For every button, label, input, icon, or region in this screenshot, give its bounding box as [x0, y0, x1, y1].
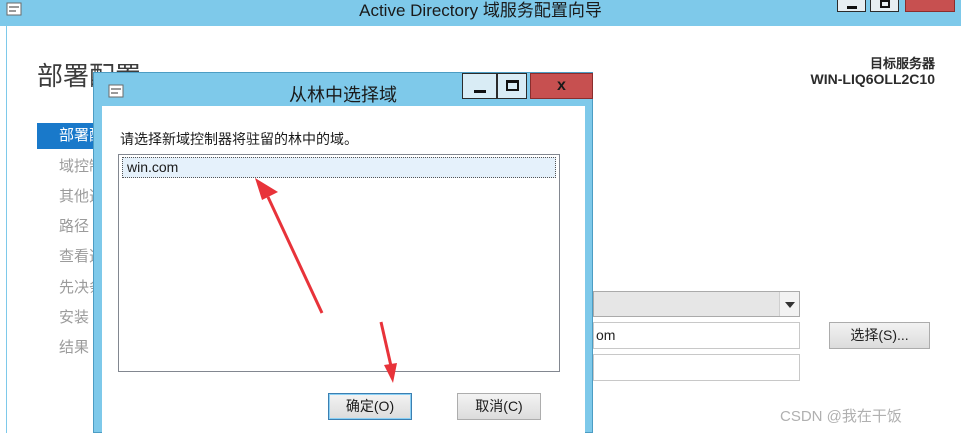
chevron-down-icon[interactable]: [779, 292, 799, 316]
nav-item-deployment-config[interactable]: 部署配置: [37, 123, 97, 149]
dialog-instruction: 请选择新域控制器将驻留的林中的域。: [120, 131, 358, 147]
nav-item-dc-options[interactable]: 域控制器选项: [37, 154, 97, 180]
nav-item-paths[interactable]: 路径: [37, 214, 97, 240]
main-maximize-button[interactable]: [870, 0, 899, 12]
main-minimize-button[interactable]: [837, 0, 866, 12]
select-domain-dialog: 从林中选择域 x 请选择新域控制器将驻留的林中的域。 win.com 确定(O)…: [93, 72, 593, 433]
dialog-body: 请选择新域控制器将驻留的林中的域。 win.com 确定(O) 取消(C): [102, 106, 585, 433]
main-window-title: Active Directory 域服务配置向导: [359, 1, 602, 20]
maximize-icon: [880, 0, 890, 8]
target-server-name: WIN-LIQ6OLL2C10: [810, 71, 935, 87]
main-close-button[interactable]: [905, 0, 955, 12]
main-window-titlebar[interactable]: Active Directory 域服务配置向导: [0, 0, 961, 26]
nav-item-installation[interactable]: 安装: [37, 305, 97, 331]
dialog-maximize-button[interactable]: [497, 73, 527, 99]
watermark: CSDN @我在干饭: [780, 408, 902, 425]
nav-item-prerequisites[interactable]: 先决条件检查: [37, 275, 97, 301]
minimize-icon: [847, 0, 857, 9]
dialog-close-button[interactable]: x: [530, 73, 593, 99]
ok-button[interactable]: 确定(O): [328, 393, 412, 420]
domain-name-field[interactable]: om: [593, 322, 800, 349]
secondary-input-field[interactable]: [593, 354, 800, 381]
dialog-minimize-button[interactable]: [462, 73, 497, 99]
cancel-button[interactable]: 取消(C): [457, 393, 541, 420]
select-domain-button[interactable]: 选择(S)...: [829, 322, 930, 349]
nav-item-additional-options[interactable]: 其他选项: [37, 184, 97, 210]
nav-item-results[interactable]: 结果: [37, 335, 97, 361]
domain-list-item[interactable]: win.com: [122, 157, 556, 178]
domain-list[interactable]: win.com: [118, 154, 560, 372]
dialog-titlebar[interactable]: 从林中选择域 x: [94, 73, 593, 105]
maximize-icon: [506, 80, 519, 91]
minimize-icon: [474, 90, 486, 93]
operation-dropdown[interactable]: [593, 291, 800, 317]
target-server-label: 目标服务器: [869, 56, 935, 71]
nav-item-review-options[interactable]: 查看选项: [37, 244, 97, 270]
